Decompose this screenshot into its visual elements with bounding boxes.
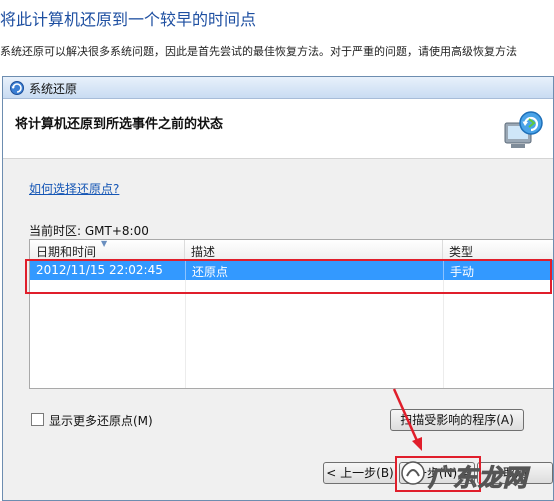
current-timezone: 当前时区: GMT+8:00 bbox=[29, 224, 149, 238]
header-title: 将计算机还原到所选事件之前的状态 bbox=[15, 117, 224, 132]
cell-datetime: 2012/11/15 22:02:45 bbox=[36, 263, 163, 277]
column-divider bbox=[443, 280, 444, 388]
restore-points-table: 日期和时间 ▼ 描述 类型 2012/11/15 22:02:45 还原点 手动 bbox=[29, 239, 553, 389]
system-restore-dialog: 系统还原 将计算机还原到所选事件之前的状态 如何选择还原点? 当前时区: GMT… bbox=[2, 76, 554, 501]
column-header-label: 描述 bbox=[191, 245, 216, 259]
help-choose-restore-point-link[interactable]: 如何选择还原点? bbox=[29, 180, 119, 197]
dialog-titlebar[interactable]: 系统还原 bbox=[3, 77, 553, 99]
sort-arrow-icon: ▼ bbox=[101, 239, 108, 248]
watermark-emblem-icon bbox=[401, 461, 425, 485]
system-restore-icon bbox=[10, 81, 24, 95]
dialog-header: 将计算机还原到所选事件之前的状态 bbox=[3, 99, 553, 159]
column-divider bbox=[185, 280, 186, 388]
cell-type: 手动 bbox=[443, 260, 553, 280]
watermark-text: 广东龙网 bbox=[428, 464, 528, 493]
checkbox-box[interactable] bbox=[31, 413, 44, 426]
dialog-title: 系统还原 bbox=[29, 82, 78, 96]
page-description: 系统还原可以解决很多系统问题，因此是首先尝试的最佳恢复方法。对于严重的问题，请使… bbox=[0, 45, 517, 58]
page-title: 将此计算机还原到一个较早的时间点 bbox=[0, 10, 257, 29]
cell-description: 还原点 bbox=[185, 260, 443, 280]
watermark-logo: 广东龙网 bbox=[398, 454, 554, 494]
column-header-label: 日期和时间 bbox=[36, 245, 97, 259]
column-header-description[interactable]: 描述 bbox=[185, 240, 443, 260]
column-header-label: 类型 bbox=[449, 245, 474, 259]
back-button[interactable]: < 上一步(B) bbox=[323, 462, 397, 484]
table-header: 日期和时间 ▼ 描述 类型 bbox=[30, 240, 553, 260]
restore-computer-icon bbox=[504, 111, 543, 148]
checkbox-label: 显示更多还原点(M) bbox=[49, 414, 153, 428]
table-row[interactable]: 2012/11/15 22:02:45 还原点 手动 bbox=[30, 260, 553, 280]
column-header-type[interactable]: 类型 bbox=[443, 240, 553, 260]
scan-affected-programs-button[interactable]: 扫描受影响的程序(A) bbox=[390, 409, 524, 431]
column-header-datetime[interactable]: 日期和时间 ▼ bbox=[30, 240, 185, 260]
